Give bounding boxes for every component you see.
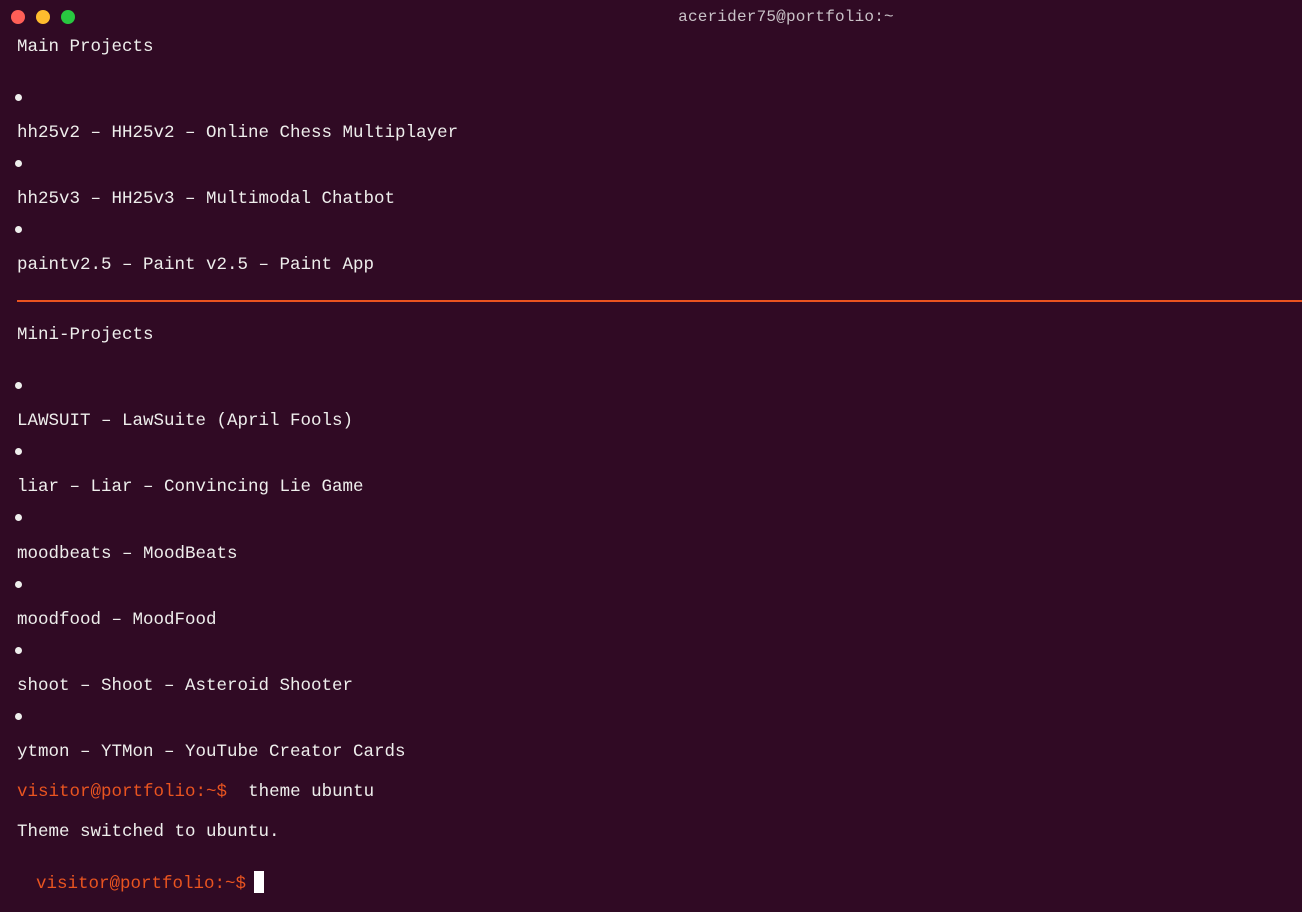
history-command: theme ubuntu: [248, 782, 375, 802]
bullet-icon: [15, 448, 22, 455]
bullet-icon: [15, 382, 22, 389]
mini-project-item: ytmon – YTMon – YouTube Creator Cards: [17, 742, 406, 762]
mini-project-item: moodbeats – MoodBeats: [17, 544, 238, 564]
mini-project-item: shoot – Shoot – Asteroid Shooter: [17, 676, 354, 696]
mini-project-item: LAWSUIT – LawSuite (April Fools): [17, 411, 354, 431]
main-projects-heading: Main Projects: [17, 37, 154, 57]
mini-project-item: liar – Liar – Convincing Lie Game: [17, 477, 364, 497]
window-titlebar: acerider75@portfolio:~: [0, 0, 1302, 36]
main-project-item: paintv2.5 – Paint v2.5 – Paint App: [17, 255, 375, 275]
active-prompt: visitor@portfolio:~$: [36, 874, 247, 894]
history-line: visitor@portfolio:~$ theme ubuntu: [17, 781, 374, 803]
window-title: acerider75@portfolio:~: [678, 8, 894, 26]
command-output: Theme switched to ubuntu.: [17, 822, 280, 842]
bullet-icon: [15, 94, 22, 101]
mini-projects-heading: Mini-Projects: [17, 325, 154, 345]
active-prompt-line[interactable]: visitor@portfolio:~$: [36, 871, 265, 895]
section-divider: [17, 300, 1302, 302]
bullet-icon: [15, 581, 22, 588]
text-cursor: [254, 871, 265, 893]
bullet-icon: [15, 160, 22, 167]
main-project-item: hh25v3 – HH25v3 – Multimodal Chatbot: [17, 189, 396, 209]
bullet-icon: [15, 713, 22, 720]
main-project-item: hh25v2 – HH25v2 – Online Chess Multiplay…: [17, 123, 459, 143]
bullet-icon: [15, 647, 22, 654]
mini-project-item: moodfood – MoodFood: [17, 610, 217, 630]
bullet-icon: [15, 514, 22, 521]
history-prompt: visitor@portfolio:~$: [17, 782, 228, 802]
bullet-icon: [15, 226, 22, 233]
